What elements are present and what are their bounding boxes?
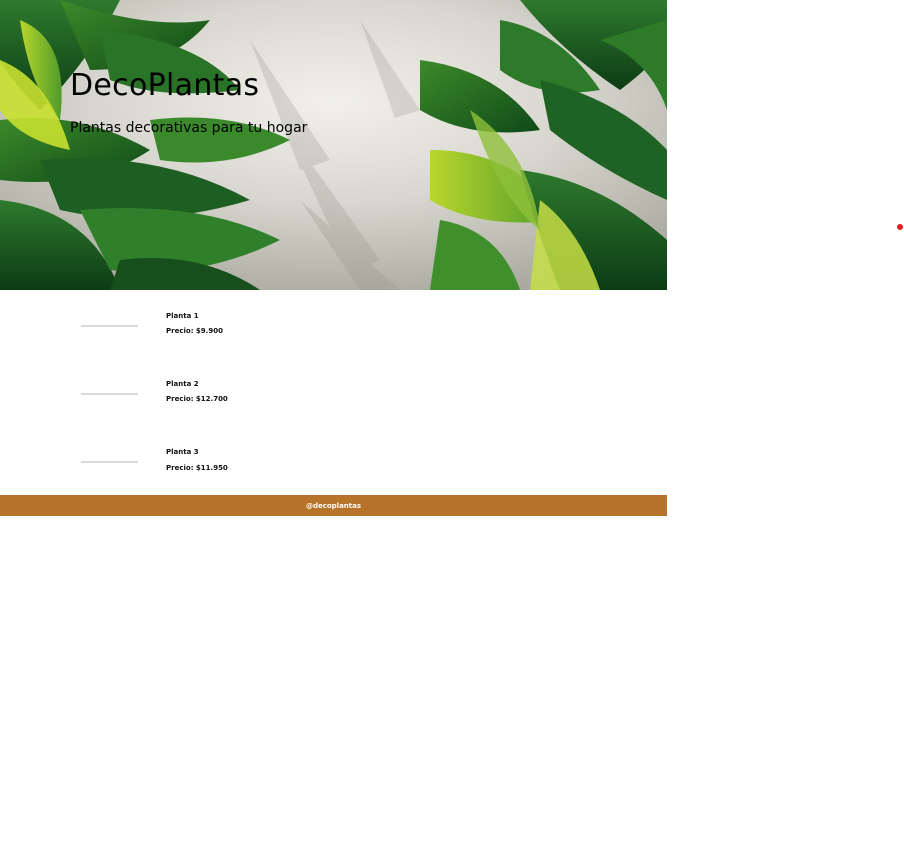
palm-leaves-image — [0, 0, 667, 290]
site-title: DecoPlantas — [70, 68, 260, 103]
product-image-placeholder — [81, 393, 138, 395]
hero-banner: DecoPlantas Plantas decorativas para tu … — [0, 0, 667, 290]
product-name: Planta 1 — [166, 312, 199, 320]
footer: @decoplantas — [0, 495, 667, 516]
product-item: Planta 2 Precio: $12.700 — [0, 380, 667, 440]
product-price: Precio: $9.900 — [166, 327, 223, 335]
product-image-placeholder — [81, 325, 138, 327]
indicator-dot — [897, 224, 903, 230]
product-item: Planta 1 Precio: $9.900 — [0, 312, 667, 372]
product-name: Planta 3 — [166, 448, 199, 456]
product-image-placeholder — [81, 461, 138, 463]
site-subtitle: Plantas decorativas para tu hogar — [70, 120, 308, 136]
product-price: Precio: $11.950 — [166, 464, 228, 472]
page: DecoPlantas Plantas decorativas para tu … — [0, 0, 904, 844]
product-price: Precio: $12.700 — [166, 395, 228, 403]
product-name: Planta 2 — [166, 380, 199, 388]
social-handle-link[interactable]: @decoplantas — [306, 502, 361, 510]
product-list: Planta 1 Precio: $9.900 Planta 2 Precio:… — [0, 290, 667, 495]
